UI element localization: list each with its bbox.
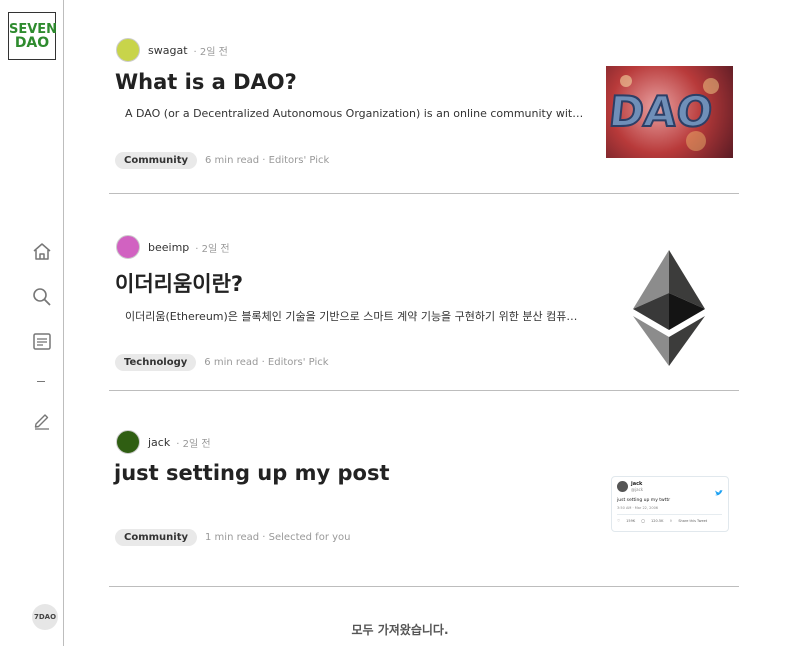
post-meta: Community 6 min read · Editors' Pick (115, 150, 329, 170)
post-divider (109, 390, 739, 391)
tweet-avatar (617, 481, 628, 492)
search-icon[interactable] (31, 286, 53, 308)
post-time: · 2일 전 (176, 438, 211, 450)
post-card[interactable]: beeimp · 2일 전 이더리움이란? 이더리움(Ethereum)은 블록… (109, 234, 739, 384)
tweet-handle: @jack (631, 487, 644, 492)
nav-divider (37, 381, 45, 382)
post-card[interactable]: swagat · 2일 전 What is a DAO? A DAO (or a… (109, 36, 739, 186)
tweet-text: just setting up my twttr (617, 498, 671, 503)
author-row: jack · 2일 전 (116, 430, 211, 454)
home-icon[interactable] (31, 241, 53, 263)
ethereum-logo-image[interactable] (631, 248, 707, 368)
read-meta: 1 min read · Selected for you (205, 531, 351, 543)
avatar[interactable] (116, 38, 140, 62)
author-name[interactable]: swagat (148, 44, 188, 57)
avatar[interactable] (116, 430, 140, 454)
post-divider (109, 586, 739, 587)
post-meta: Technology 6 min read · Editors' Pick (115, 352, 329, 372)
read-meta: 6 min read · Editors' Pick (204, 356, 329, 368)
post-meta: Community 1 min read · Selected for you (115, 527, 350, 547)
share-icon: ⇧ (669, 519, 673, 523)
write-icon[interactable] (31, 409, 53, 431)
author-name[interactable]: jack (148, 436, 170, 449)
tweet-divider (617, 514, 722, 515)
tweet-likes: 159K (626, 519, 636, 523)
post-title[interactable]: What is a DAO? (115, 70, 297, 94)
logo-line2: DAO (14, 35, 50, 51)
sidebar: SEVEN DAO 7DAO (0, 0, 64, 646)
heart-icon: ♡ (617, 519, 621, 523)
twitter-bird-icon (715, 481, 723, 496)
end-of-feed-message: 모두 가져왔습니다. (351, 623, 449, 637)
tweet-replies: 120.5K (651, 519, 664, 523)
category-tag[interactable]: Community (115, 151, 198, 169)
post-title[interactable]: just setting up my post (114, 461, 389, 485)
author-row: beeimp · 2일 전 (116, 235, 230, 259)
category-tag[interactable]: Technology (115, 353, 197, 371)
tweet-share: Share this Tweet (678, 519, 708, 523)
post-divider (109, 193, 739, 194)
post-title[interactable]: 이더리움이란? (115, 268, 243, 298)
post-time: · 2일 전 (195, 243, 230, 255)
tweet-actions: ♡ 159K ◯ 120.5K ⇧ Share this Tweet (617, 519, 707, 523)
tweet-screenshot-image[interactable]: jack @jack just setting up my twttr 3:50… (611, 476, 729, 532)
dao-logo-image[interactable]: DAO (606, 66, 733, 158)
category-tag[interactable]: Community (115, 528, 198, 546)
post-excerpt[interactable]: A DAO (or a Decentralized Autonomous Org… (125, 107, 585, 120)
author-row: swagat · 2일 전 (116, 38, 228, 62)
read-meta: 6 min read · Editors' Pick (205, 154, 330, 166)
reply-icon: ◯ (641, 519, 646, 523)
seven-dao-logo[interactable]: SEVEN DAO (8, 12, 57, 60)
author-name[interactable]: beeimp (148, 241, 189, 254)
avatar[interactable] (116, 235, 140, 259)
tweet-date: 3:50 AM · Mar 22, 2006 (617, 506, 659, 510)
post-time: · 2일 전 (193, 46, 228, 58)
post-card[interactable]: jack · 2일 전 just setting up my post Comm… (109, 430, 739, 580)
articles-icon[interactable] (31, 331, 53, 353)
post-excerpt[interactable]: 이더리움(Ethereum)은 블록체인 기술을 기반으로 스마트 계약 기능을… (125, 308, 585, 324)
svg-text:DAO: DAO (607, 87, 715, 136)
